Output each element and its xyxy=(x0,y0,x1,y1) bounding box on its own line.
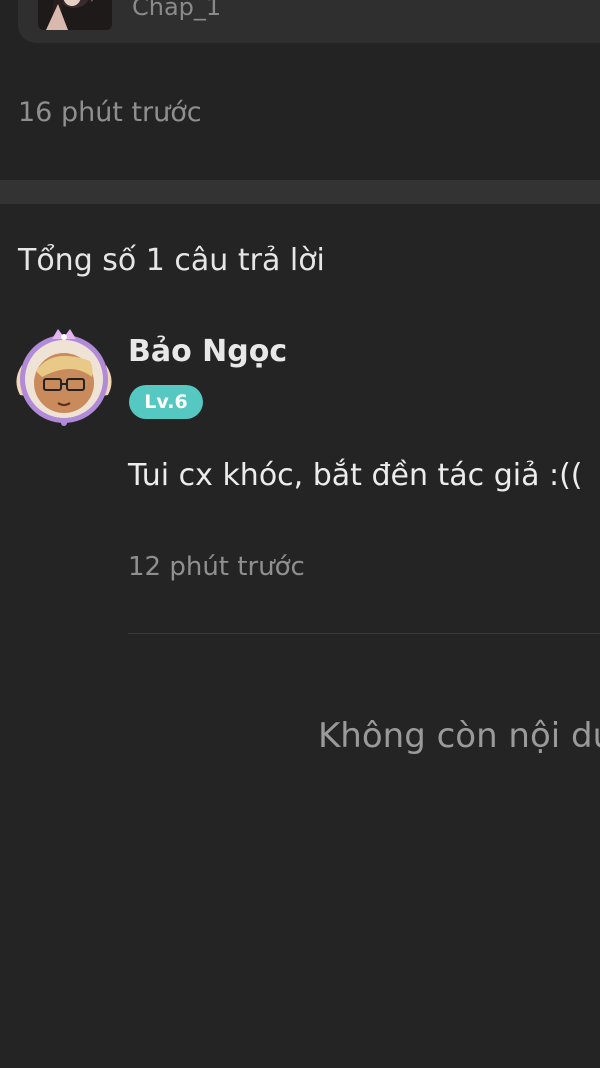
post-timestamp: 16 phút trước xyxy=(18,97,202,128)
avatar[interactable] xyxy=(12,325,116,429)
reply-thread-page: Chap_1 16 phút trước Tổng số 1 câu trả l… xyxy=(0,0,600,1068)
no-more-content-message: Không còn nội du xyxy=(318,716,600,756)
replies-count-heading: Tổng số 1 câu trả lời xyxy=(18,243,325,278)
reply-timestamp: 12 phút trước xyxy=(128,552,305,582)
reply-divider xyxy=(128,633,600,634)
username[interactable]: Bảo Ngọc xyxy=(128,333,287,371)
section-divider xyxy=(0,180,600,204)
chapter-label: Chap_1 xyxy=(132,0,222,21)
chapter-link-card[interactable]: Chap_1 xyxy=(18,0,600,43)
original-post: Chap_1 16 phút trước xyxy=(0,0,600,180)
level-badge: Lv.6 xyxy=(129,385,203,419)
reply-text: Tui cx khóc, bắt đền tác giả :(( xyxy=(128,458,583,493)
chapter-thumbnail xyxy=(38,0,112,30)
